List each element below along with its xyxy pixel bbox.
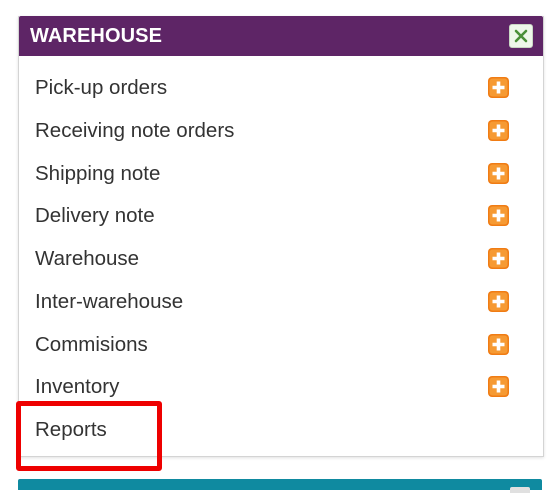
menu-item-label[interactable]: Pick-up orders [35, 76, 167, 100]
menu-item-label[interactable]: Delivery note [35, 204, 155, 228]
menu-item-label[interactable]: Receiving note orders [35, 119, 234, 143]
menu-item-label[interactable]: Inventory [35, 375, 119, 399]
plus-add-icon[interactable] [487, 76, 510, 99]
warehouse-panel: WAREHOUSE Pick-up orders Receiving note … [18, 16, 544, 457]
plus-add-icon[interactable] [487, 333, 510, 356]
warehouse-menu: Pick-up orders Receiving note orders Shi… [19, 68, 543, 453]
menu-item-label[interactable]: Warehouse [35, 247, 139, 271]
plus-add-icon[interactable] [487, 375, 510, 398]
menu-item-label[interactable]: Reports [35, 418, 107, 442]
panel-title: WAREHOUSE [30, 25, 163, 47]
menu-item-receiving-note-orders[interactable]: Receiving note orders [19, 111, 543, 154]
menu-item-shipping-note[interactable]: Shipping note [19, 154, 543, 197]
menu-item-inter-warehouse[interactable]: Inter-warehouse [19, 282, 543, 325]
menu-item-reports[interactable]: Reports [19, 410, 543, 453]
plus-add-icon[interactable] [487, 119, 510, 142]
menu-item-warehouse[interactable]: Warehouse [19, 239, 543, 282]
next-panel-button[interactable] [510, 487, 530, 493]
menu-item-label[interactable]: Inter-warehouse [35, 290, 183, 314]
panel-header: WAREHOUSE [19, 16, 543, 56]
plus-add-icon[interactable] [487, 247, 510, 270]
menu-item-label[interactable]: Shipping note [35, 162, 160, 186]
close-button[interactable] [509, 24, 533, 48]
menu-item-pick-up-orders[interactable]: Pick-up orders [19, 68, 543, 111]
menu-item-label[interactable]: Commisions [35, 333, 148, 357]
menu-item-delivery-note[interactable]: Delivery note [19, 196, 543, 239]
plus-add-icon[interactable] [487, 290, 510, 313]
menu-item-inventory[interactable]: Inventory [19, 367, 543, 410]
close-x-icon [514, 29, 528, 43]
menu-item-commisions[interactable]: Commisions [19, 325, 543, 368]
plus-add-icon[interactable] [487, 162, 510, 185]
plus-add-icon[interactable] [487, 204, 510, 227]
next-panel-header [18, 479, 542, 493]
